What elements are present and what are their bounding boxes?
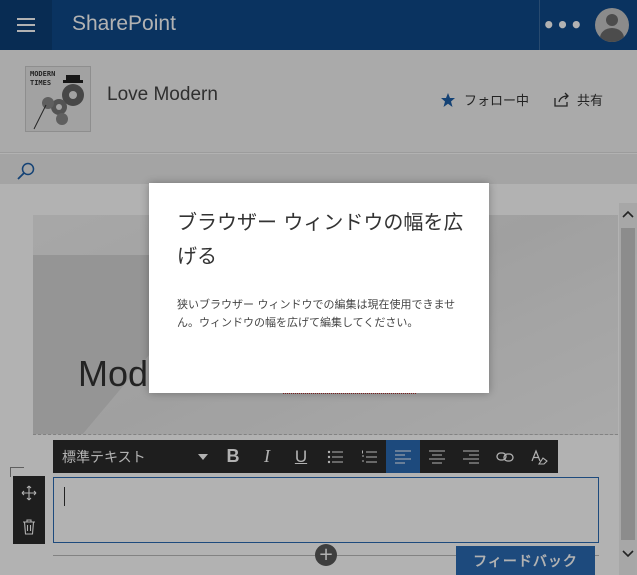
- dialog-title: ブラウザー ウィンドウの幅を広げる: [177, 210, 464, 268]
- dialog-body: 狭いブラウザー ウィンドウでの編集は現在使用できません。ウィンドウの幅を広げて編…: [177, 298, 456, 329]
- narrow-window-dialog: ブラウザー ウィンドウの幅を広げる 狭いブラウザー ウィンドウでの編集は現在使用…: [149, 183, 489, 393]
